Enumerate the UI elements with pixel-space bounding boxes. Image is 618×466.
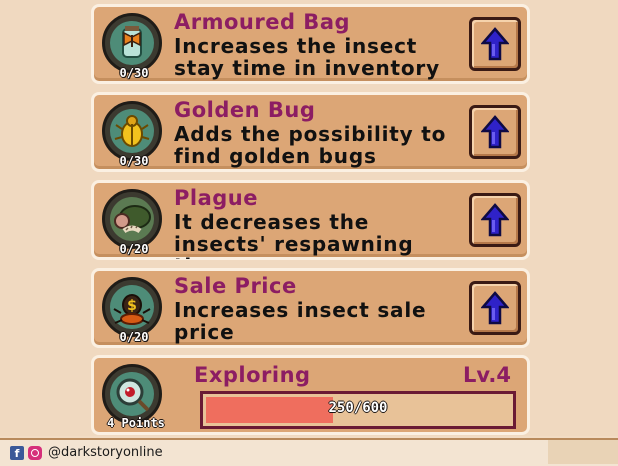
up-arrow-icon — [481, 291, 509, 325]
upgrade-button[interactable] — [469, 193, 521, 247]
upgrade-button[interactable] — [469, 17, 521, 71]
up-arrow-icon — [481, 203, 509, 237]
facebook-icon[interactable]: f — [10, 445, 24, 460]
upgrade-count: 0/30 — [119, 154, 149, 168]
upgrade-panel-plague: 0/20 Plague It decreases the insects' re… — [91, 180, 530, 260]
upgrade-description: It decreases the insects' respawning tim… — [174, 211, 414, 259]
upgrade-description: Increases the insect stay time in invent… — [174, 35, 440, 80]
money-bug-icon: $ — [102, 277, 162, 337]
up-arrow-icon — [481, 115, 509, 149]
exploring-progress-text: 250/600 — [328, 400, 388, 416]
instagram-icon[interactable] — [28, 445, 42, 460]
golden-beetle-icon — [102, 101, 162, 161]
exploring-title: Exploring — [194, 363, 311, 387]
social-handle[interactable]: @darkstoryonline — [48, 445, 163, 460]
upgrade-title: Golden Bug — [174, 98, 316, 122]
upgrade-title: Sale Price — [174, 274, 297, 298]
social-links: f @darkstoryonline — [10, 445, 163, 460]
exploring-level: Lv.4 — [463, 363, 511, 387]
upgrade-panel-sale-price: $ 0/20 Sale Price Increases insect sale … — [91, 268, 530, 348]
svg-text:$: $ — [127, 298, 137, 314]
upgrade-panel-golden-bug: 0/30 Golden Bug Adds the possibility to … — [91, 92, 530, 172]
upgrade-title: Armoured Bag — [174, 10, 351, 34]
upgrade-screen: 0/30 Armoured Bag Increases the insect s… — [0, 0, 618, 436]
upgrade-description: Increases insect sale price — [174, 299, 427, 344]
exploring-points: 4 Points — [107, 416, 165, 430]
exploring-panel: 4 Points Exploring Lv.4 250/600 — [91, 355, 530, 435]
upgrade-count: 0/30 — [119, 66, 149, 80]
upgrade-title: Plague — [174, 186, 258, 210]
butterfly-jar-icon — [102, 13, 162, 73]
upgrade-count: 0/20 — [119, 330, 149, 344]
footer-bar: f @darkstoryonline — [0, 438, 618, 466]
upgrade-description: Adds the possibility to find golden bugs — [174, 123, 447, 168]
up-arrow-icon — [481, 27, 509, 61]
larva-on-leaf-icon — [102, 189, 162, 249]
upgrade-button[interactable] — [469, 281, 521, 335]
wood-decoration — [548, 440, 618, 464]
upgrade-count: 0/20 — [119, 242, 149, 256]
magnifier-icon — [102, 364, 162, 424]
upgrade-button[interactable] — [469, 105, 521, 159]
upgrade-panel-armoured-bag: 0/30 Armoured Bag Increases the insect s… — [91, 4, 530, 84]
exploring-progress-bar: 250/600 — [200, 391, 516, 429]
